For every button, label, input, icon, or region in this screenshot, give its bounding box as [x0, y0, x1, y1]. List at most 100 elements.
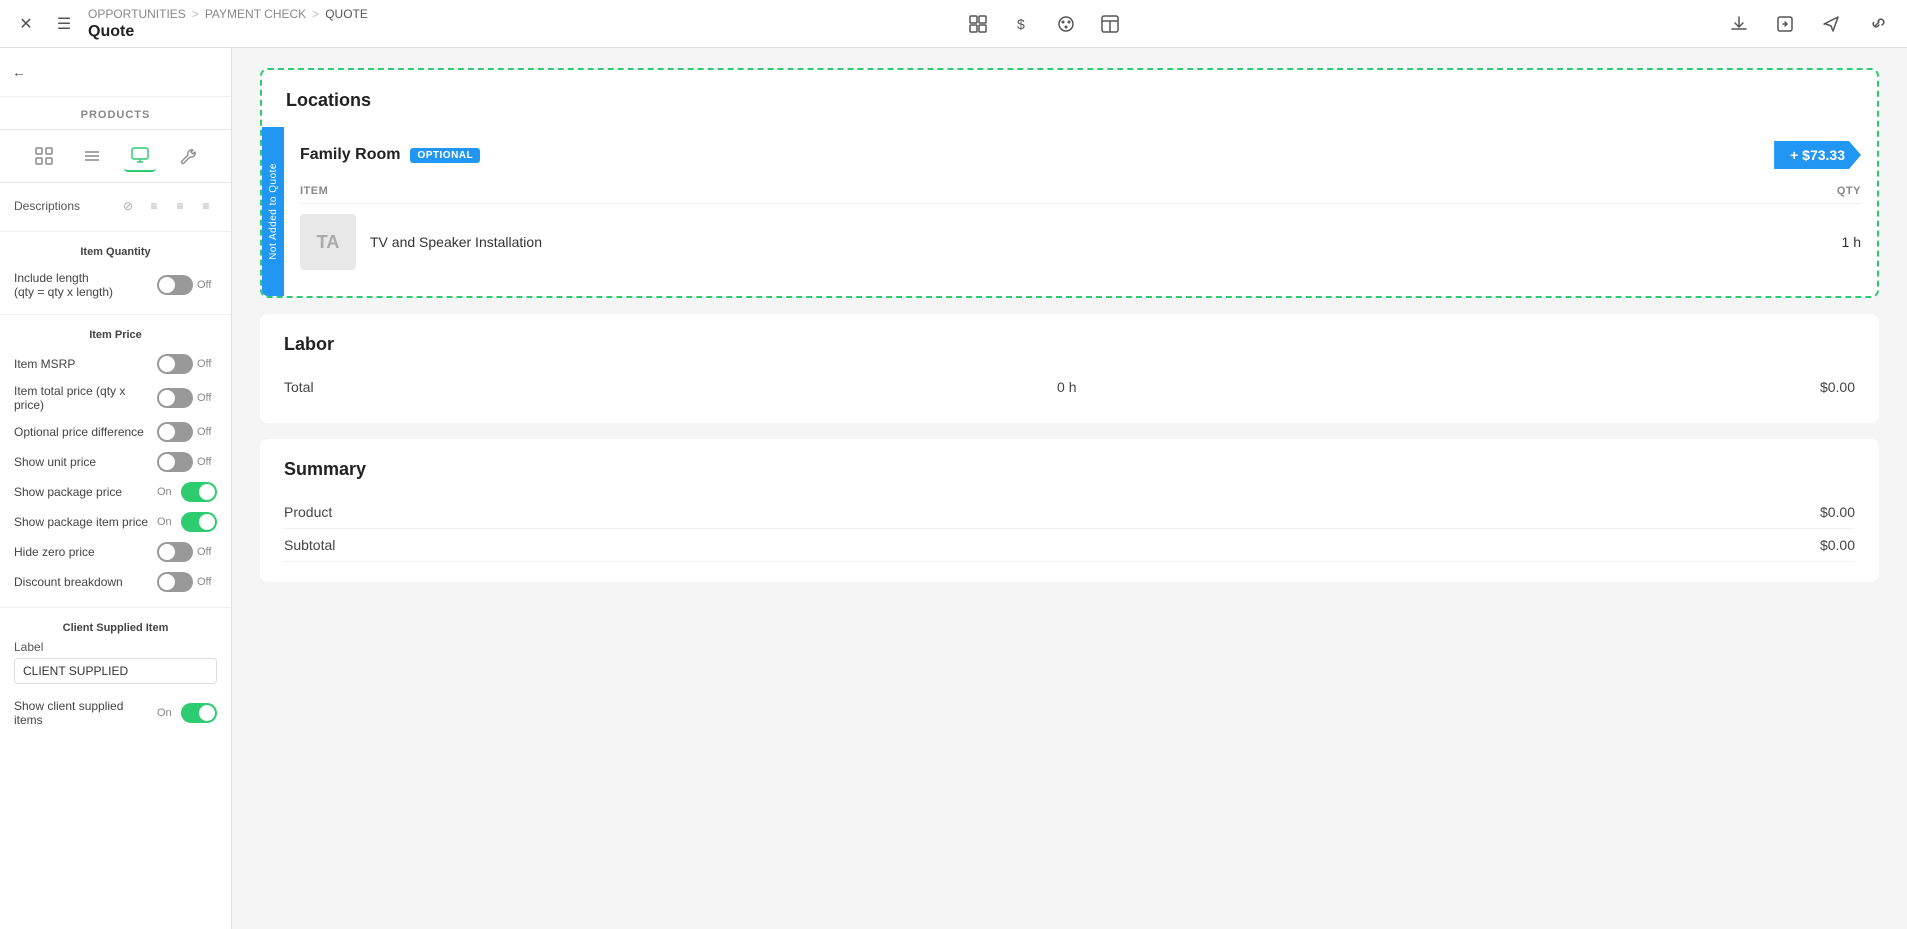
labor-total-price: $0.00: [1820, 379, 1855, 395]
optional-price-diff-text: Off: [197, 426, 217, 438]
close-button[interactable]: ✕: [12, 10, 40, 38]
item-name: TV and Speaker Installation: [370, 234, 1807, 250]
show-package-item-price-label: Show package item price: [14, 515, 157, 529]
client-supplied-input[interactable]: [14, 658, 217, 684]
show-client-supplied-on-text: On: [157, 707, 177, 719]
location-name: Family Room: [300, 146, 400, 164]
item-total-price-row: Item total price (qty x price) Off: [14, 379, 217, 417]
breadcrumb: OPPORTUNITIES > PAYMENT CHECK > QUOTE: [88, 7, 368, 21]
layout-button[interactable]: [1092, 6, 1128, 42]
discount-breakdown-switch[interactable]: [157, 572, 193, 592]
item-total-price-switch[interactable]: [157, 388, 193, 408]
item-msrp-label: Item MSRP: [14, 357, 157, 371]
summary-heading: Summary: [284, 459, 1855, 480]
include-length-text: Off: [197, 279, 217, 291]
desc-icon-slash[interactable]: ⊘: [117, 195, 139, 217]
show-package-item-price-row: Show package item price On: [14, 507, 217, 537]
main-content: Locations Not Added to Quote Family Room…: [232, 48, 1907, 929]
sidebar-tab-list[interactable]: [76, 140, 108, 172]
table-row: TA TV and Speaker Installation 1 h: [300, 204, 1861, 280]
item-qty: 1 h: [1821, 234, 1861, 250]
item-msrp-switch[interactable]: [157, 354, 193, 374]
location-sidebar-text: Not Added to Quote: [268, 155, 279, 268]
download-button[interactable]: [1721, 6, 1757, 42]
palette-button[interactable]: [1048, 6, 1084, 42]
include-length-label: Include length(qty = qty x length): [14, 271, 157, 299]
location-content: Family Room OPTIONAL + $73.33 ITEM QTY T…: [284, 127, 1877, 296]
item-price-section: Item Price Item MSRP Off Item total pric…: [0, 321, 231, 601]
descriptions-label: Descriptions: [14, 199, 80, 213]
link-button[interactable]: [1859, 6, 1895, 42]
show-client-supplied-switch[interactable]: [181, 703, 217, 723]
show-package-item-price-toggle: On: [157, 512, 217, 532]
descriptions-icons: ⊘ ≡ ≡ ≡: [117, 195, 217, 217]
show-package-price-on-text: On: [157, 486, 177, 498]
topbar-left: ✕ ☰ OPPORTUNITIES > PAYMENT CHECK > QUOT…: [12, 7, 368, 41]
discount-breakdown-toggle: Off: [157, 572, 217, 592]
sidebar-tab-monitor[interactable]: [124, 140, 156, 172]
labor-total-hours: 0 h: [1057, 379, 1076, 395]
menu-button[interactable]: ☰: [50, 10, 78, 38]
sidebar-tab-wrench[interactable]: [172, 140, 204, 172]
hide-zero-price-toggle: Off: [157, 542, 217, 562]
show-client-supplied-label: Show client supplied items: [14, 699, 157, 727]
item-total-price-label: Item total price (qty x price): [14, 384, 157, 412]
discount-breakdown-text: Off: [197, 576, 217, 588]
desc-icon-align3[interactable]: ≡: [195, 195, 217, 217]
dollar-view-button[interactable]: $: [1004, 6, 1040, 42]
hide-zero-price-switch[interactable]: [157, 542, 193, 562]
item-quantity-title: Item Quantity: [14, 246, 217, 258]
item-msrp-row: Item MSRP Off: [14, 349, 217, 379]
share-button[interactable]: [1767, 6, 1803, 42]
topbar-right-icons: [1721, 6, 1895, 42]
desc-icon-align1[interactable]: ≡: [143, 195, 165, 217]
show-package-item-price-on-text: On: [157, 516, 177, 528]
show-unit-price-row: Show unit price Off: [14, 447, 217, 477]
summary-subtotal-row: Subtotal $0.00: [284, 529, 1855, 562]
include-length-row: Include length(qty = qty x length) Off: [14, 266, 217, 304]
desc-icon-align2[interactable]: ≡: [169, 195, 191, 217]
show-unit-price-toggle: Off: [157, 452, 217, 472]
descriptions-section: Descriptions ⊘ ≡ ≡ ≡: [0, 183, 231, 225]
topbar-center-icons: $: [368, 6, 1721, 42]
optional-price-diff-label: Optional price difference: [14, 425, 157, 439]
item-total-price-text: Off: [197, 392, 217, 404]
location-sidebar-bar: Not Added to Quote: [262, 127, 284, 296]
sidebar-tab-grid[interactable]: [28, 140, 60, 172]
summary-product-row: Product $0.00: [284, 496, 1855, 529]
sidebar-tabs: [0, 130, 231, 183]
summary-product-label: Product: [284, 504, 332, 520]
back-button[interactable]: ←: [12, 58, 40, 86]
show-client-supplied-toggle: On: [157, 703, 217, 723]
item-col-header: ITEM: [300, 185, 328, 197]
locations-card: Locations Not Added to Quote Family Room…: [260, 68, 1879, 298]
show-package-price-switch[interactable]: [181, 482, 217, 502]
label-text: Label: [14, 640, 217, 654]
hide-zero-price-label: Hide zero price: [14, 545, 157, 559]
items-table-header: ITEM QTY: [300, 179, 1861, 204]
page-title: Quote: [88, 23, 368, 41]
breadcrumb-item-1[interactable]: OPPORTUNITIES: [88, 7, 186, 21]
labor-section: Labor Total 0 h $0.00: [260, 314, 1879, 423]
optional-badge: OPTIONAL: [410, 148, 480, 163]
location-price: + $73.33: [1774, 141, 1861, 169]
descriptions-row: Descriptions ⊘ ≡ ≡ ≡: [14, 191, 217, 221]
show-unit-price-switch[interactable]: [157, 452, 193, 472]
optional-price-diff-switch[interactable]: [157, 422, 193, 442]
topbar: ✕ ☰ OPPORTUNITIES > PAYMENT CHECK > QUOT…: [0, 0, 1907, 48]
item-msrp-text: Off: [197, 358, 217, 370]
grid-view-button[interactable]: [960, 6, 996, 42]
item-total-price-toggle: Off: [157, 388, 217, 408]
show-package-price-row: Show package price On: [14, 477, 217, 507]
summary-section: Summary Product $0.00 Subtotal $0.00: [260, 439, 1879, 582]
breadcrumb-item-2[interactable]: PAYMENT CHECK: [205, 7, 306, 21]
breadcrumb-area: OPPORTUNITIES > PAYMENT CHECK > QUOTE Qu…: [88, 7, 368, 41]
breadcrumb-current: QUOTE: [325, 7, 368, 21]
location-name-row: Family Room OPTIONAL: [300, 146, 480, 164]
summary-subtotal-label: Subtotal: [284, 537, 335, 553]
include-length-switch[interactable]: [157, 275, 193, 295]
include-length-toggle: Off: [157, 275, 217, 295]
show-package-item-price-switch[interactable]: [181, 512, 217, 532]
client-supplied-title: Client Supplied Item: [14, 622, 217, 634]
send-button[interactable]: [1813, 6, 1849, 42]
